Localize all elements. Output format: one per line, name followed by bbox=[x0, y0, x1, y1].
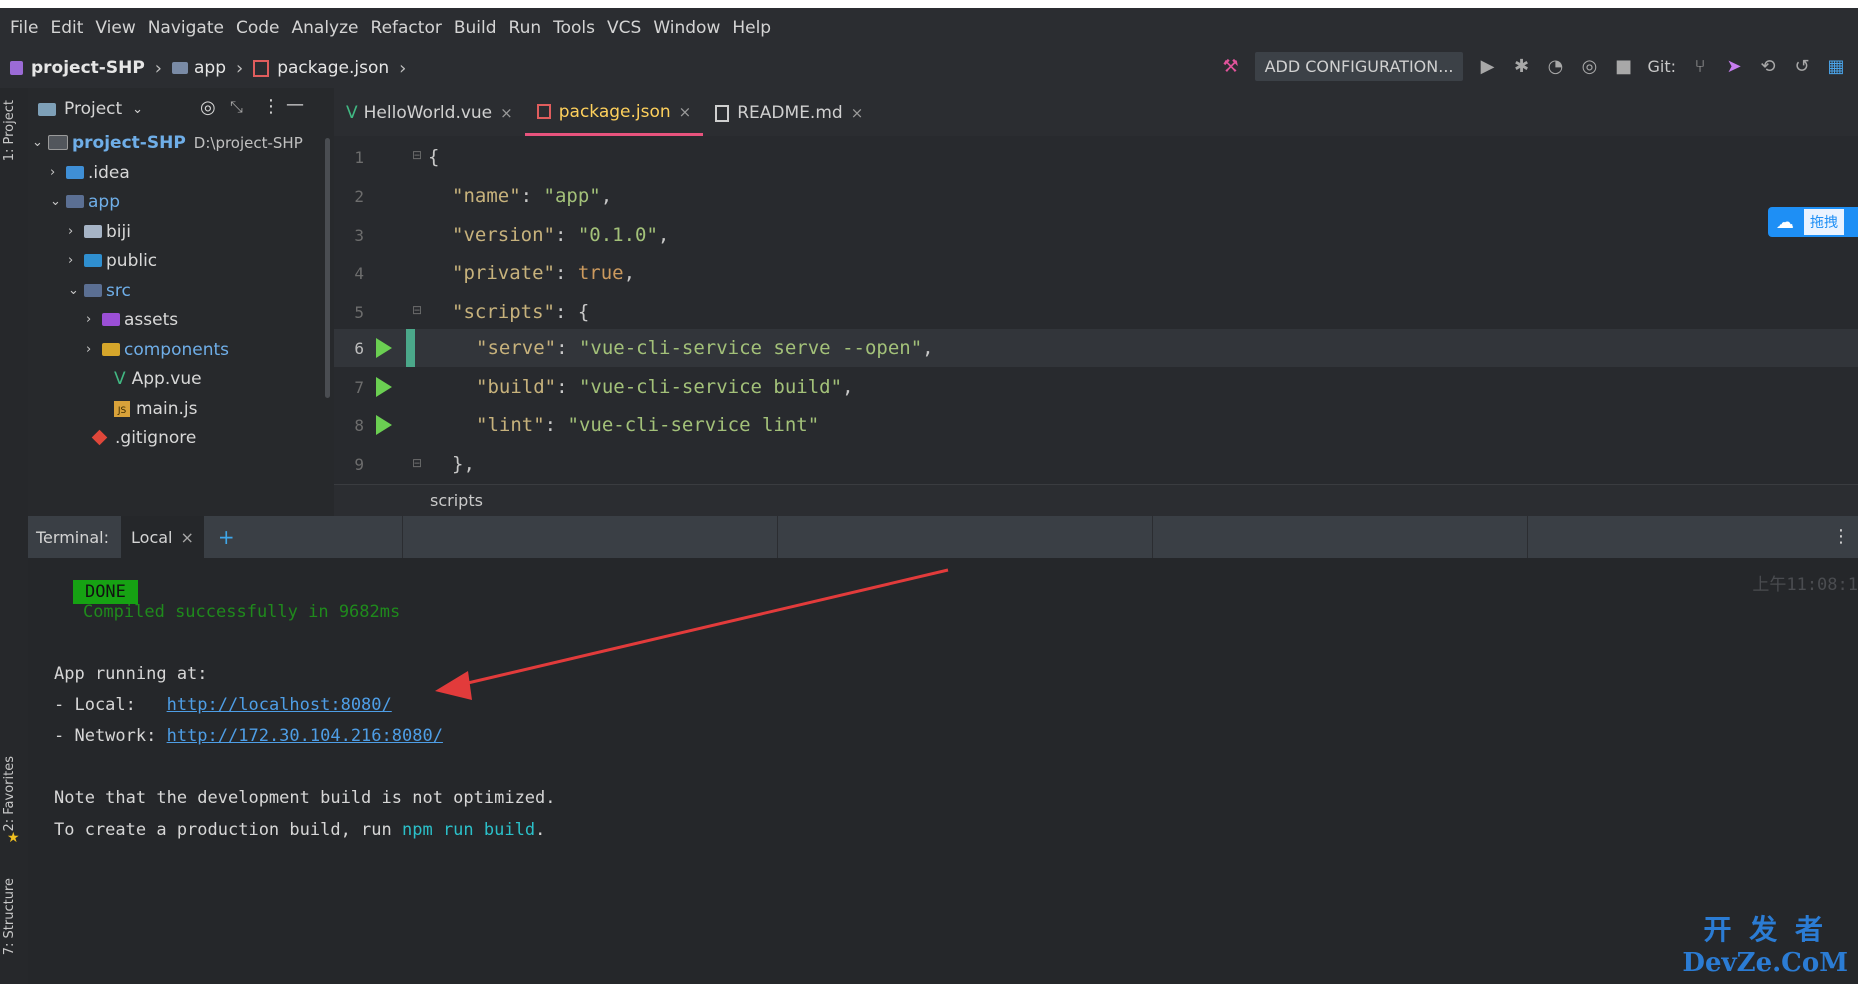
watermark-bottom: DevZe.CoM bbox=[1682, 948, 1848, 978]
watermark-top: 开 发 者 bbox=[1703, 913, 1827, 946]
annotation-arrow bbox=[435, 568, 949, 700]
devze-watermark: 开 发 者 DevZe.CoM bbox=[1682, 908, 1848, 978]
